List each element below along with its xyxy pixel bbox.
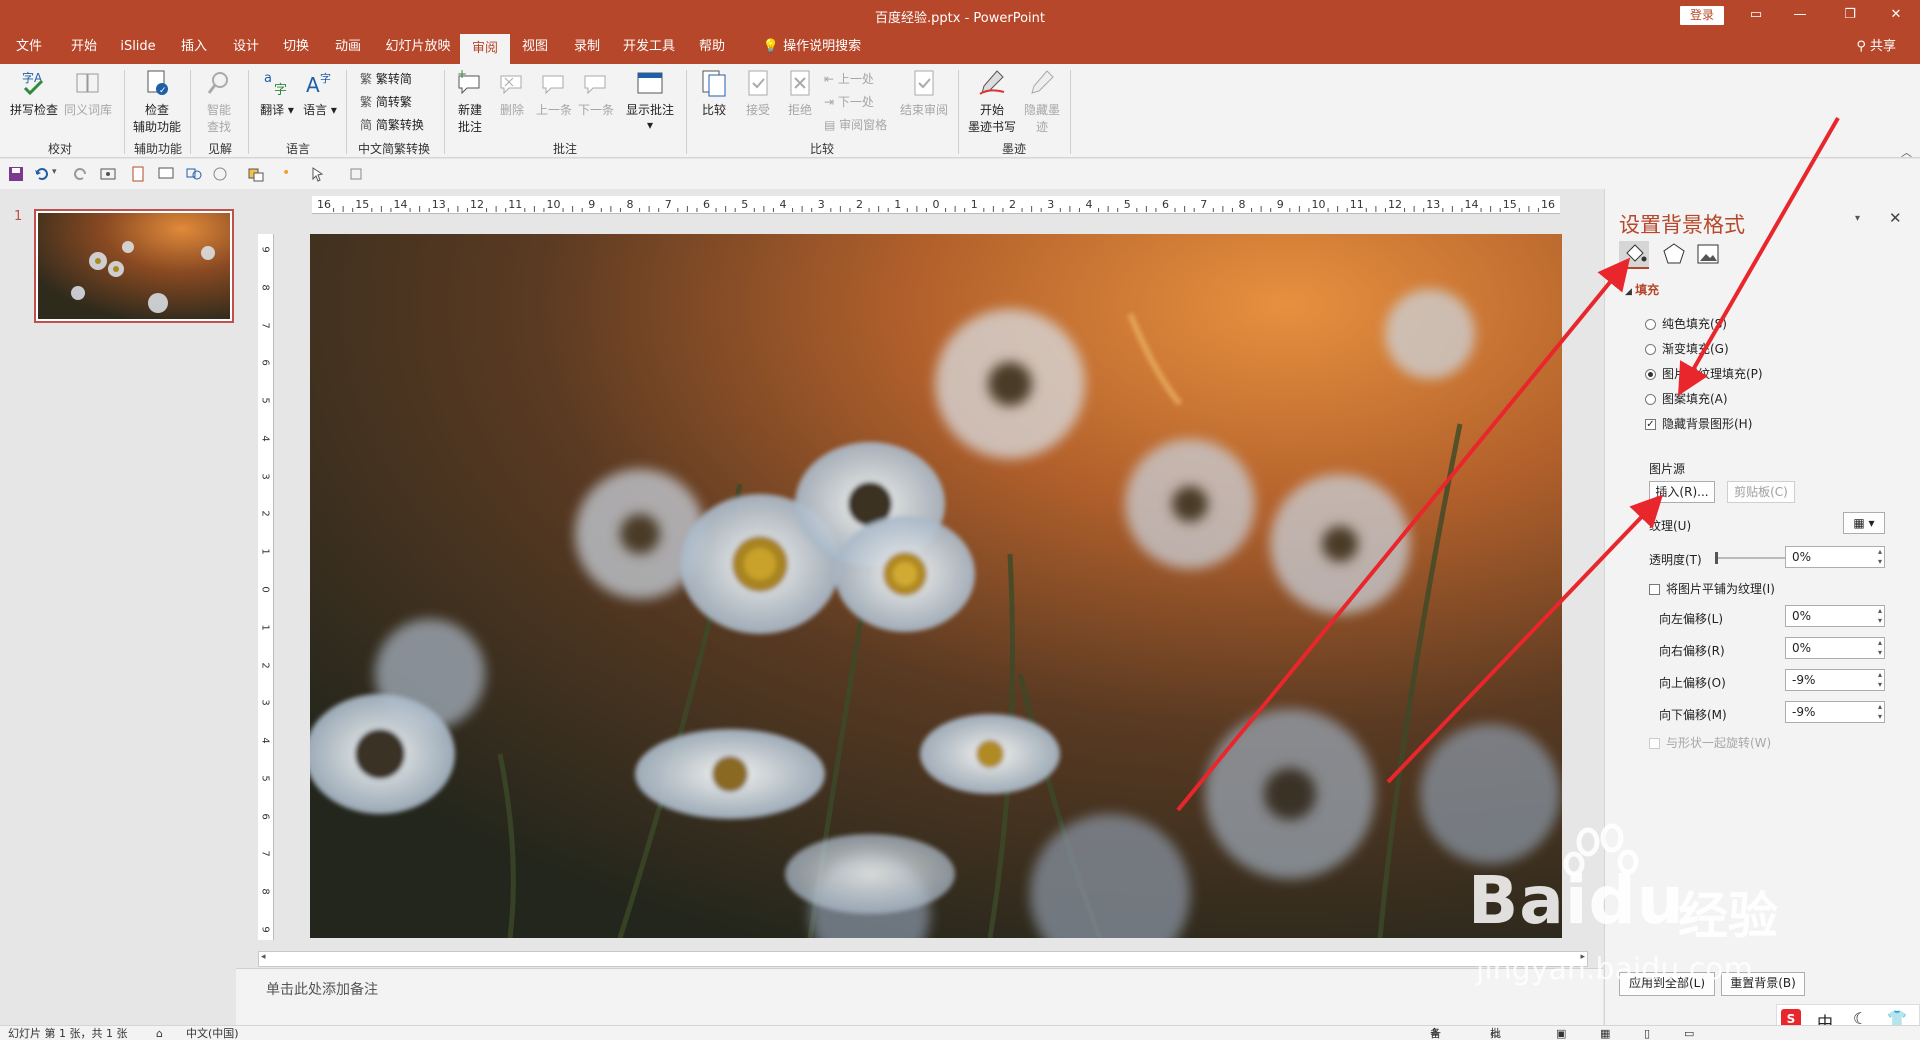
accessibility-status-icon[interactable]: ⌂ — [156, 1026, 163, 1040]
annotation-arrows — [1176, 117, 1840, 812]
normal-view-icon[interactable]: ▣ — [1556, 1026, 1566, 1040]
arrow-to-fill-tab — [1176, 257, 1631, 812]
arrow-to-insert-button — [1386, 494, 1664, 784]
slide-sorter-icon[interactable]: ▦ — [1600, 1026, 1610, 1040]
arrow-to-picture-fill — [1678, 117, 1840, 396]
status-bar: 幻灯片 第 1 张，共 1 张 ⌂ 中文(中国) ≙ 备注 ▭ 批注 ▣ ▦ ▯… — [0, 1025, 1920, 1040]
slide-count: 幻灯片 第 1 张，共 1 张 — [8, 1027, 128, 1040]
reading-view-icon[interactable]: ▯ — [1644, 1026, 1650, 1040]
slideshow-view-icon[interactable]: ▭ — [1684, 1026, 1694, 1040]
language-status[interactable]: 中文(中国) — [186, 1026, 239, 1040]
